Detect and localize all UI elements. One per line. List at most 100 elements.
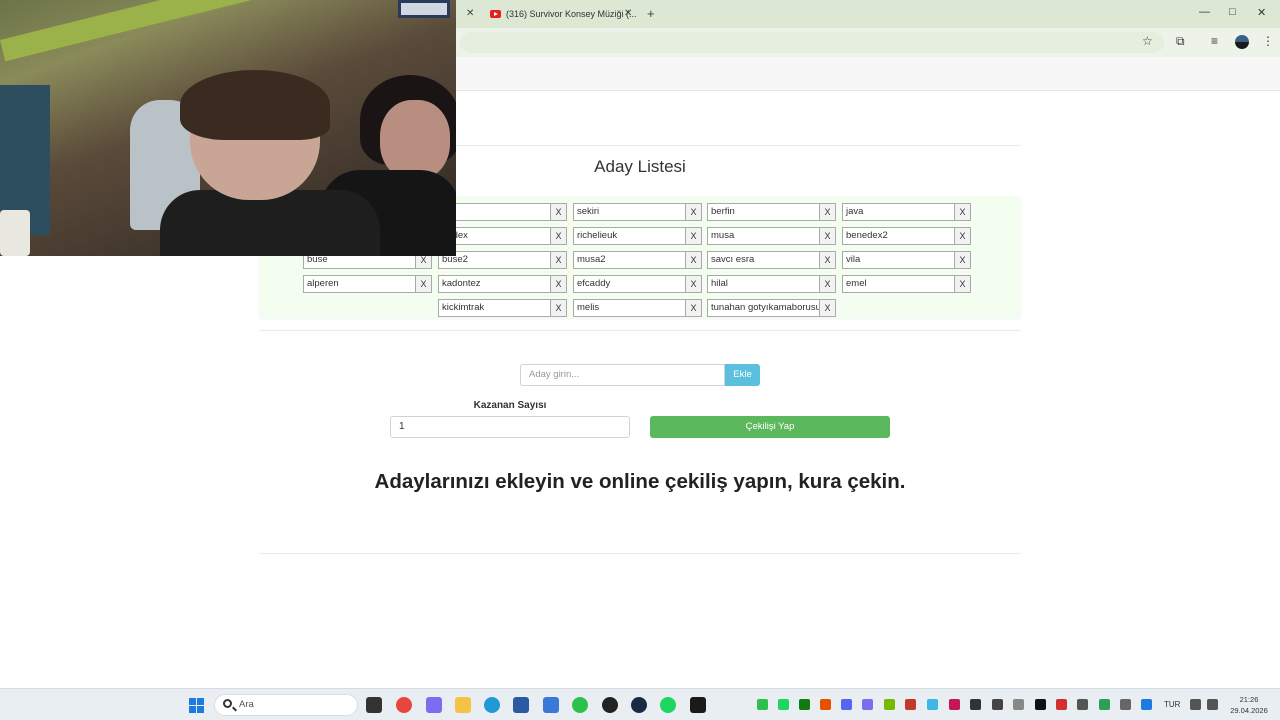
candidate-name-field[interactable]: benedex2: [842, 227, 955, 245]
volume-icon[interactable]: [1207, 699, 1218, 710]
store-icon[interactable]: [513, 697, 529, 713]
remove-candidate-button[interactable]: X: [551, 251, 567, 269]
tray-app-icon[interactable]: [820, 699, 831, 710]
tray-app2-icon[interactable]: [905, 699, 916, 710]
candidate-name-field[interactable]: hilal: [707, 275, 820, 293]
candidate-name-field[interactable]: emel: [842, 275, 955, 293]
remove-candidate-button[interactable]: X: [686, 275, 702, 293]
remove-candidate-button[interactable]: X: [551, 275, 567, 293]
language-indicator[interactable]: TUR: [1164, 700, 1180, 709]
time: 21:26: [1239, 695, 1259, 704]
remove-candidate-button[interactable]: X: [686, 227, 702, 245]
candidate-name-field[interactable]: vila: [842, 251, 955, 269]
tray-whatsapp-icon[interactable]: [757, 699, 768, 710]
remove-candidate-button[interactable]: X: [820, 227, 836, 245]
tab-title: (316) Survivor Konsey Müziği (...: [506, 9, 637, 19]
remove-candidate-button[interactable]: X: [820, 251, 836, 269]
remove-candidate-button[interactable]: X: [820, 203, 836, 221]
remove-candidate-button[interactable]: X: [820, 275, 836, 293]
remove-candidate-button[interactable]: X: [955, 203, 971, 221]
remove-candidate-button[interactable]: X: [686, 299, 702, 317]
app2-icon[interactable]: [602, 697, 618, 713]
folder-icon[interactable]: [455, 697, 471, 713]
candidate-name-field[interactable]: musa: [707, 227, 820, 245]
tray-discord-icon[interactable]: [841, 699, 852, 710]
extensions-icon[interactable]: ⧉: [1176, 34, 1185, 49]
remove-candidate-button[interactable]: X: [955, 227, 971, 245]
candidate-name-field[interactable]: kadontez: [438, 275, 551, 293]
tray-app7-icon[interactable]: [1013, 699, 1024, 710]
candidate-name-field[interactable]: musa2: [573, 251, 686, 269]
tray-app8-icon[interactable]: [1035, 699, 1046, 710]
tray-mic-icon[interactable]: [1141, 699, 1152, 710]
remove-candidate-button[interactable]: X: [416, 275, 432, 293]
new-tab-button[interactable]: +: [647, 6, 655, 21]
candidate-name-field[interactable]: kickimtrak: [438, 299, 551, 317]
tray-copilot-icon[interactable]: [862, 699, 873, 710]
remove-candidate-button[interactable]: X: [551, 227, 567, 245]
app-icon[interactable]: [543, 697, 559, 713]
tray-usb-icon[interactable]: [1120, 699, 1131, 710]
candidate-name-field[interactable]: tunahan gotyıkamaborusu: [707, 299, 820, 317]
file-icon[interactable]: [366, 697, 382, 713]
tray-app10-icon[interactable]: [1077, 699, 1088, 710]
candidate-name-field[interactable]: berfin: [707, 203, 820, 221]
close-window-button[interactable]: ✕: [1257, 6, 1266, 19]
network-icon[interactable]: [1190, 699, 1201, 710]
candidate-chip: tunahan gotyıkamaborusu X: [707, 299, 836, 317]
menu-icon[interactable]: ⋮: [1262, 34, 1274, 48]
remove-candidate-button[interactable]: X: [686, 251, 702, 269]
tab-close-icon[interactable]: ✕: [466, 8, 474, 19]
tray-xbox-icon[interactable]: [799, 699, 810, 710]
tray-app4-icon[interactable]: [949, 699, 960, 710]
remove-candidate-button[interactable]: X: [955, 251, 971, 269]
candidate-chip: emel X: [842, 275, 971, 293]
profile-avatar[interactable]: [1235, 35, 1249, 49]
tray-nvidia-icon[interactable]: [884, 699, 895, 710]
candidate-chip: savcı esra X: [707, 251, 836, 269]
windows-start-icon[interactable]: [189, 698, 204, 713]
copilot-icon[interactable]: [426, 697, 442, 713]
remove-candidate-button[interactable]: X: [820, 299, 836, 317]
candidate-name-field[interactable]: efcaddy: [573, 275, 686, 293]
tray-spotify-icon[interactable]: [778, 699, 789, 710]
candidate-name-field[interactable]: java: [842, 203, 955, 221]
tray-app11-icon[interactable]: [1099, 699, 1110, 710]
url-input[interactable]: [460, 32, 1164, 53]
tray-app9-icon[interactable]: [1056, 699, 1067, 710]
candidate-name-field[interactable]: savcı esra: [707, 251, 820, 269]
edge-icon[interactable]: [484, 697, 500, 713]
divider: [259, 330, 1021, 331]
candidate-chip: sekiri X: [573, 203, 702, 221]
maximize-button[interactable]: □: [1229, 6, 1236, 18]
add-button[interactable]: Ekle: [725, 364, 760, 386]
candidate-input[interactable]: Aday girin...: [520, 364, 725, 386]
remove-candidate-button[interactable]: X: [955, 275, 971, 293]
kick-icon[interactable]: [690, 697, 706, 713]
candidate-chip: benedex2 X: [842, 227, 971, 245]
candidate-name-field[interactable]: alperen: [303, 275, 416, 293]
spotify-icon[interactable]: [660, 697, 676, 713]
remove-candidate-button[interactable]: X: [551, 299, 567, 317]
candidate-name-field[interactable]: sekiri: [573, 203, 686, 221]
taskbar-search[interactable]: Ara: [214, 694, 358, 716]
steam-icon[interactable]: [631, 697, 647, 713]
chrome-icon[interactable]: [396, 697, 412, 713]
tray-app5-icon[interactable]: [970, 699, 981, 710]
whatsapp-icon[interactable]: [572, 697, 588, 713]
search-icon: [223, 699, 232, 708]
tab-youtube[interactable]: (316) Survivor Konsey Müziği (...: [490, 0, 637, 28]
tray-app6-icon[interactable]: [992, 699, 1003, 710]
candidate-name-field[interactable]: richelieuk: [573, 227, 686, 245]
tab-close-icon[interactable]: ✕: [624, 8, 632, 19]
winners-input[interactable]: 1: [390, 416, 630, 438]
draw-button[interactable]: Çekilişi Yap: [650, 416, 890, 438]
tray-app3-icon[interactable]: [927, 699, 938, 710]
candidate-name-field[interactable]: melis: [573, 299, 686, 317]
minimize-button[interactable]: —: [1199, 6, 1210, 18]
remove-candidate-button[interactable]: X: [551, 203, 567, 221]
remove-candidate-button[interactable]: X: [686, 203, 702, 221]
media-icon[interactable]: ≡: [1211, 34, 1218, 48]
star-icon[interactable]: ☆: [1142, 34, 1153, 48]
clock[interactable]: 21:26 29.04.2026: [1226, 694, 1272, 716]
